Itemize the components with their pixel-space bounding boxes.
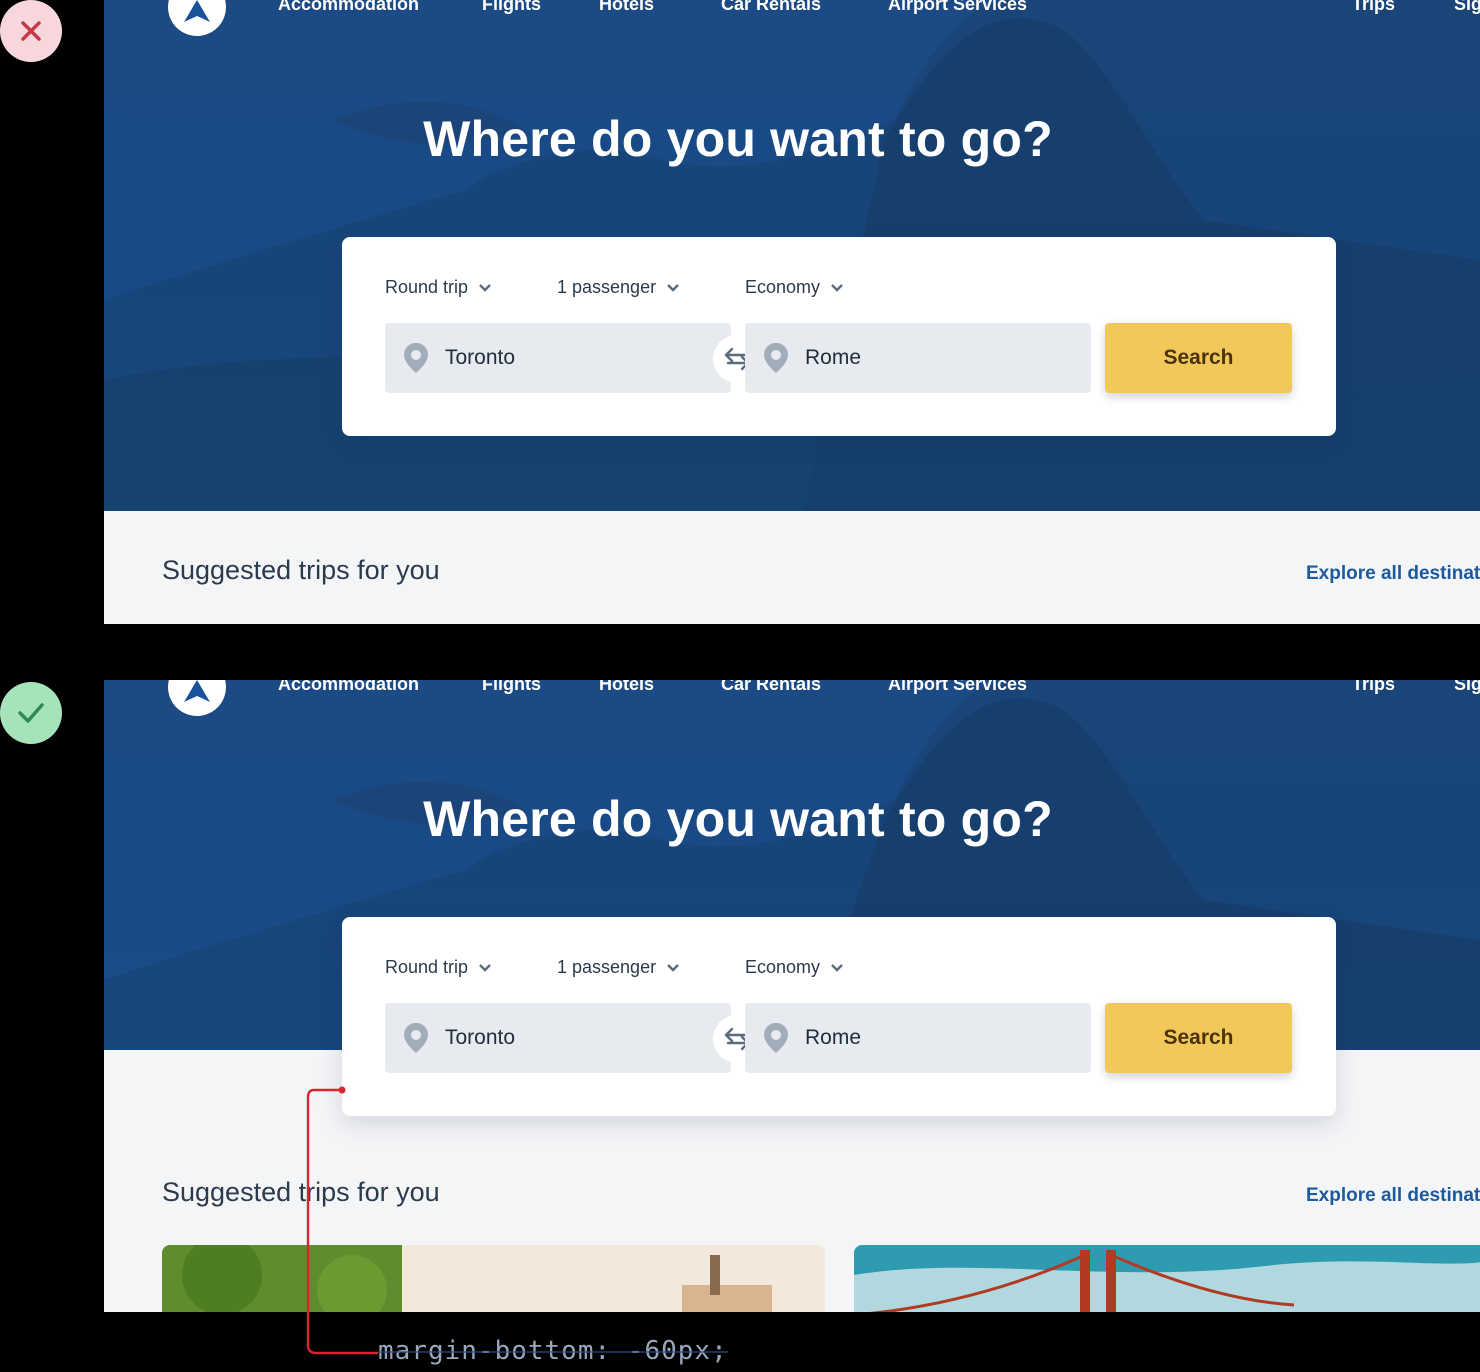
search-button[interactable]: Search xyxy=(1105,1003,1292,1073)
origin-field[interactable]: Toronto xyxy=(385,1003,731,1073)
location-pin-icon xyxy=(764,343,788,373)
trip-type-dropdown[interactable]: Round trip xyxy=(385,957,492,978)
nav-sign-in[interactable]: Sig xyxy=(1454,0,1480,15)
cabin-class-label: Economy xyxy=(745,277,821,297)
passengers-label: 1 passenger xyxy=(557,957,657,977)
chevron-down-icon xyxy=(831,963,843,972)
hero-banner: Accommodation Flights Hotels Car Rentals… xyxy=(104,0,1480,511)
origin-value: Toronto xyxy=(445,346,516,369)
css-annotation: margin-bottom: -60px; xyxy=(378,1336,728,1366)
nav-hotels[interactable]: Hotels xyxy=(599,0,654,15)
trip-type-label: Round trip xyxy=(385,957,469,977)
chevron-down-icon xyxy=(479,963,491,972)
close-icon xyxy=(21,21,41,41)
trip-type-dropdown[interactable]: Round trip xyxy=(385,277,492,298)
check-icon xyxy=(18,703,44,723)
bridge-trip-photo xyxy=(854,1245,1480,1312)
correct-badge xyxy=(0,682,62,744)
chevron-down-icon xyxy=(479,283,491,292)
location-pin-icon xyxy=(404,1023,428,1053)
trip-card-city[interactable] xyxy=(162,1245,825,1312)
nav-accommodation[interactable]: Accommodation xyxy=(278,0,419,15)
incorrect-example-frame: Accommodation Flights Hotels Car Rentals… xyxy=(104,0,1480,624)
location-pin-icon xyxy=(764,1023,788,1053)
cabin-class-label: Economy xyxy=(745,957,821,977)
search-card: Round trip 1 passenger Economy Toronto R… xyxy=(342,917,1336,1116)
incorrect-badge xyxy=(0,0,62,62)
passengers-label: 1 passenger xyxy=(557,277,657,297)
explore-all-link[interactable]: Explore all destinati xyxy=(1306,1185,1480,1207)
location-pin-icon xyxy=(404,343,428,373)
destination-field[interactable]: Rome xyxy=(745,1003,1091,1073)
passengers-dropdown[interactable]: 1 passenger xyxy=(557,277,680,298)
chevron-down-icon xyxy=(831,283,843,292)
nav-airport-services[interactable]: Airport Services xyxy=(888,680,1027,695)
hero-headline: Where do you want to go? xyxy=(423,111,1053,167)
compass-logo-icon xyxy=(184,0,210,22)
cabin-class-dropdown[interactable]: Economy xyxy=(745,277,844,298)
trip-card-bridge[interactable] xyxy=(854,1245,1480,1312)
chevron-down-icon xyxy=(667,283,679,292)
nav-hotels[interactable]: Hotels xyxy=(599,680,654,695)
nav-flights[interactable]: Flights xyxy=(482,680,541,695)
nav-trips[interactable]: Trips xyxy=(1352,680,1395,695)
origin-field[interactable]: Toronto xyxy=(385,323,731,393)
annotation-bracket xyxy=(306,1086,378,1355)
nav-car-rentals[interactable]: Car Rentals xyxy=(721,680,821,695)
nav-accommodation[interactable]: Accommodation xyxy=(278,680,419,695)
cabin-class-dropdown[interactable]: Economy xyxy=(745,957,844,978)
nav-flights[interactable]: Flights xyxy=(482,0,541,15)
destination-value: Rome xyxy=(805,1026,862,1049)
nav-trips[interactable]: Trips xyxy=(1352,0,1395,15)
origin-value: Toronto xyxy=(445,1026,516,1049)
search-card: Round trip 1 passenger Economy Toronto R… xyxy=(342,237,1336,436)
section-title: Suggested trips for you xyxy=(162,555,440,585)
nav-car-rentals[interactable]: Car Rentals xyxy=(721,0,821,15)
hero-headline: Where do you want to go? xyxy=(423,791,1053,847)
chevron-down-icon xyxy=(667,963,679,972)
nav-sign-in[interactable]: Sig xyxy=(1454,680,1480,695)
compass-logo-icon xyxy=(184,680,210,702)
destination-value: Rome xyxy=(805,346,862,369)
search-button[interactable]: Search xyxy=(1105,323,1292,393)
destination-field[interactable]: Rome xyxy=(745,323,1091,393)
trip-type-label: Round trip xyxy=(385,277,469,297)
nav-airport-services[interactable]: Airport Services xyxy=(888,0,1027,15)
city-trip-photo xyxy=(162,1245,825,1312)
passengers-dropdown[interactable]: 1 passenger xyxy=(557,957,680,978)
explore-all-link[interactable]: Explore all destinati xyxy=(1306,563,1480,585)
